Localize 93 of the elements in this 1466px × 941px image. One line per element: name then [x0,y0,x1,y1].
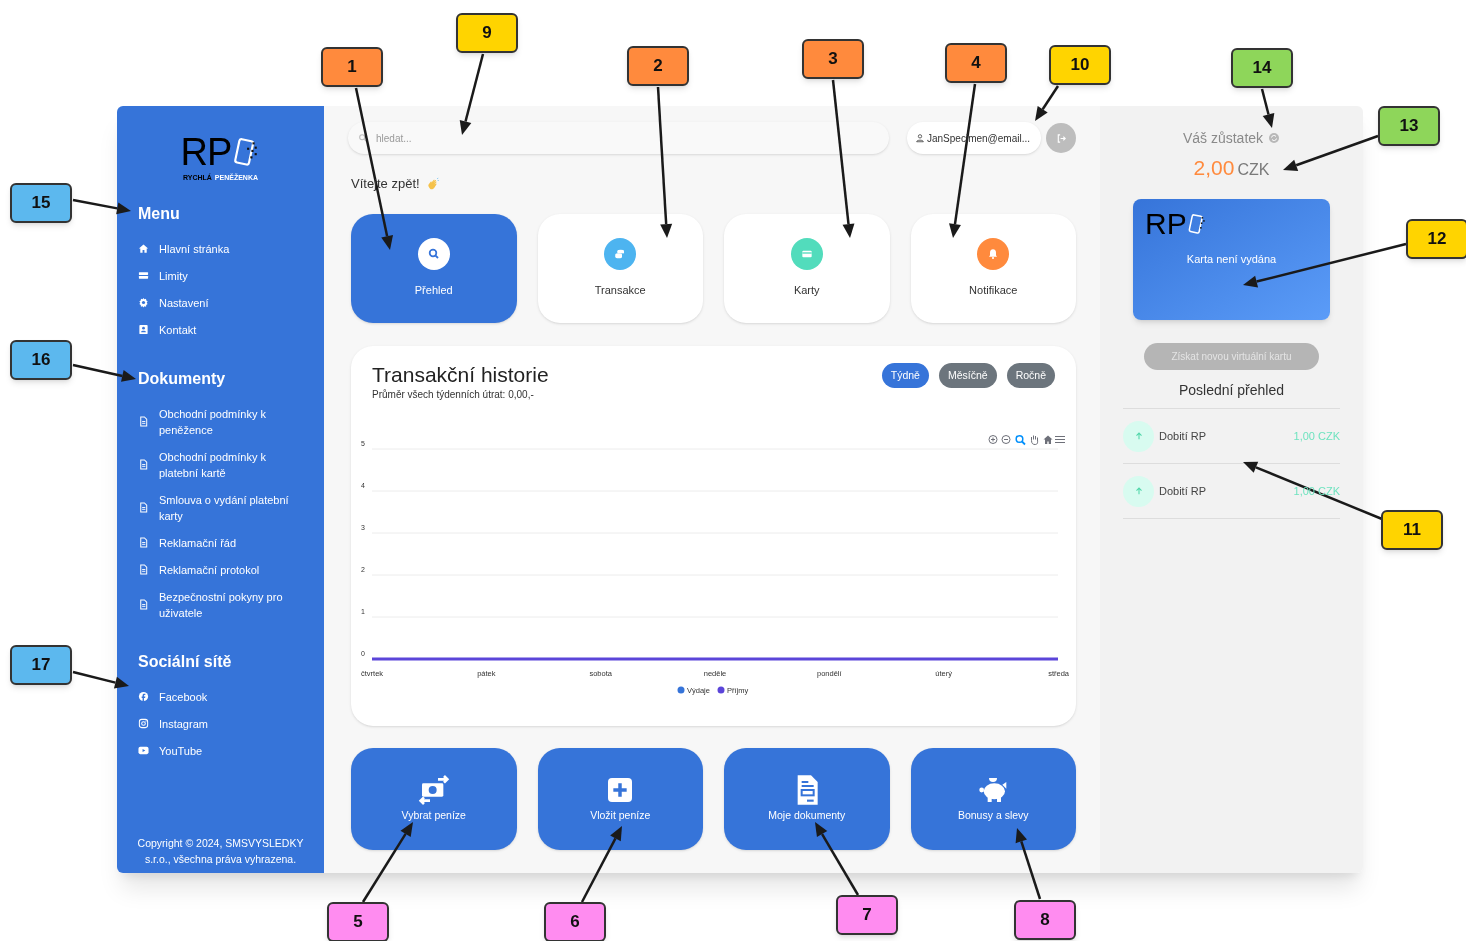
document-icon [138,537,149,548]
section-heading: Menu [137,204,181,224]
callout-badge: 4 [945,43,1007,83]
sidebar-link[interactable]: YouTube [159,742,299,759]
server-icon [138,270,149,281]
arrow-up-icon [1133,486,1144,496]
sidebar-link[interactable]: Bezpečnostní pokyny pro uživatele [159,588,299,621]
document-icon [138,459,149,470]
balance-amount: 2,00 [1193,155,1235,181]
instagram-icon [138,718,149,729]
transaction-amount: 1,00 CZK [1293,428,1340,444]
period-tab[interactable]: Ročně [1006,363,1055,388]
nav-tile[interactable]: Přehled [351,214,517,323]
sidebar-link[interactable]: Hlavní stránka [159,240,299,257]
period-tab[interactable]: Měsíčně [938,363,997,388]
user-icon [915,133,925,143]
callout-badge: 6 [544,902,606,941]
video-play-icon [138,745,149,756]
facebook-icon [138,691,149,702]
action-tile[interactable]: Vložit peníze [537,748,703,850]
callout-badge: 7 [836,895,898,935]
sidebar-link[interactable]: Reklamační řád [159,534,299,551]
callout-badge: 2 [627,46,689,86]
callout-arrow [1035,85,1060,121]
sidebar-link[interactable]: Kontakt [159,321,299,338]
section-heading: Sociální sítě [137,652,233,672]
sidebar-link[interactable]: Obchodní podmínky k peněžence [159,405,299,438]
search-icon [1016,435,1025,445]
balance-currency: CZK [1237,160,1270,180]
callout-badge: 12 [1406,219,1466,259]
chart-title: Transakční historie [372,362,549,388]
zoom-out-icon [1002,435,1010,444]
card-logo-mark: RP [1145,207,1187,241]
callout-badge: 15 [10,183,72,223]
document-icon [138,599,149,610]
callout-arrow [72,670,129,689]
callout-arrow [1260,88,1275,128]
logout-icon [1055,132,1067,144]
transaction-label: Dobití RP [1159,483,1207,499]
document-icon [138,416,149,427]
callout-badge: 14 [1231,48,1293,88]
action-tile[interactable]: Vybrat peníze [351,748,517,850]
logout-button[interactable] [1046,123,1076,153]
sidebar-link[interactable]: Limity [159,267,299,284]
sidebar-link[interactable]: Instagram [159,715,299,732]
chart-subtitle: Průměr všech týdenních útrat: 0,00,- [372,388,535,402]
nav-tile[interactable]: Notifikace [910,214,1076,323]
contact-card-icon [138,324,149,335]
phone-icon [1186,212,1207,236]
home-icon [138,243,149,254]
refresh-icon [1268,132,1281,144]
logo-mark: RP [180,132,232,172]
recent-title: Poslední přehled [1178,381,1285,400]
nav-tile[interactable]: Karty [724,214,890,323]
zoom-in-icon [989,435,997,444]
search-icon [358,133,368,143]
sidebar-link[interactable]: Facebook [159,688,299,705]
callout-badge: 16 [10,340,72,380]
callout-badge: 13 [1378,106,1440,146]
nav-tile[interactable]: Transakce [537,214,703,323]
sidebar-link[interactable]: Smlouva o vydání platební karty [159,491,299,524]
callout-arrow [72,363,136,382]
sidebar-link[interactable]: Obchodní podmínky k platební kartě [159,448,299,481]
section-heading: Dokumenty [137,369,227,389]
hand-icon [1031,435,1038,445]
transaction-label: Dobití RP [1159,428,1207,444]
callout-arrow [1015,828,1042,900]
callout-badge: 10 [1049,45,1111,85]
callout-arrow [72,198,131,215]
callout-badge: 1 [321,47,383,87]
sidebar-link[interactable]: Nastavení [159,294,299,311]
sidebar-link[interactable]: Reklamační protokol [159,561,299,578]
action-tile[interactable]: Moje dokumenty [724,748,890,850]
copyright-text: Copyright © 2024, SMSVYSLEDKY s.r.o., všechna práva vyhrazena. [136,836,305,867]
card-status: Karta není vydána [1185,252,1278,267]
money-exchange-icon [417,774,450,807]
home-icon [1043,435,1053,444]
transaction-amount: 1,00 CZK [1293,483,1340,499]
arrow-up-icon [1133,431,1144,441]
document-icon [138,502,149,513]
period-tab[interactable]: Týdně [881,363,929,388]
gear-icon [138,297,149,308]
search-field[interactable]: hledat... [348,122,889,154]
balance-label: Váš zůstatek [1182,128,1264,148]
document-icon [138,564,149,575]
callout-badge: 8 [1014,900,1076,940]
callout-badge: 17 [10,645,72,685]
callout-badge: 9 [456,13,518,53]
menu-icon [1055,436,1065,443]
callout-badge: 3 [802,39,864,79]
action-tile[interactable]: Bonusy a slevy [910,748,1076,850]
callout-badge: 5 [327,902,389,941]
callout-badge: 11 [1381,510,1443,550]
